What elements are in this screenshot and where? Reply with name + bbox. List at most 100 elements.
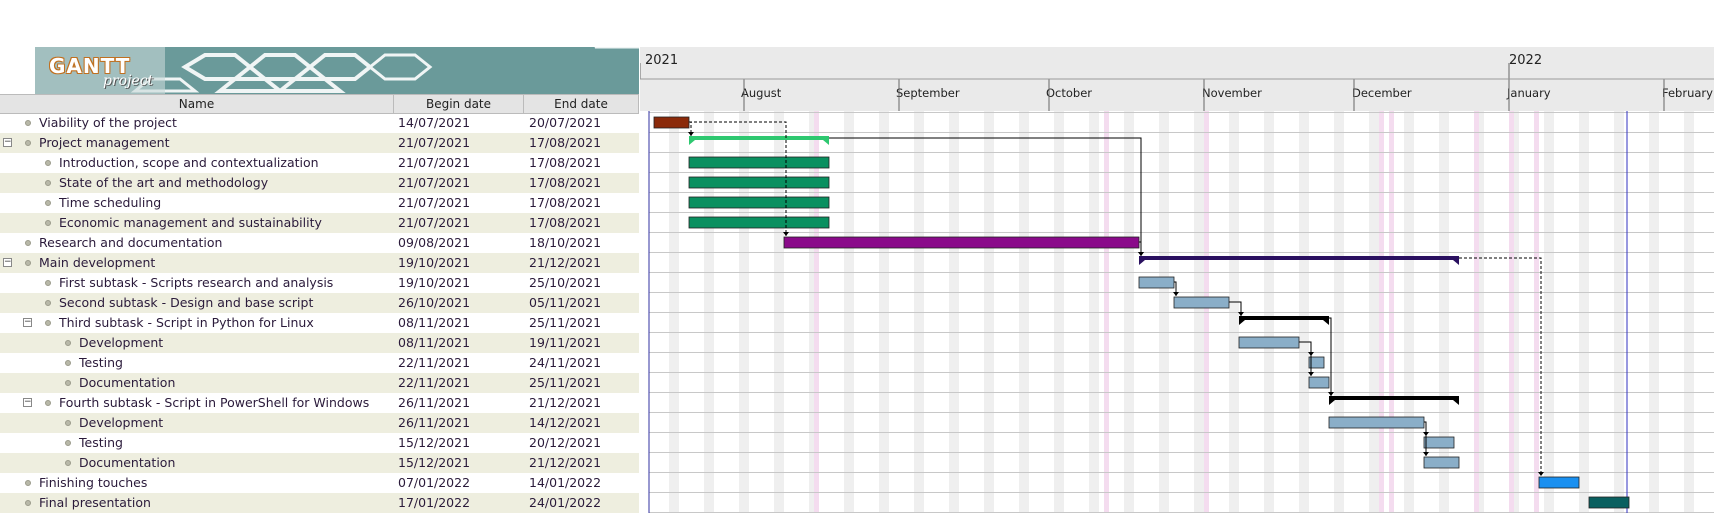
task-row[interactable]: − Project management 21/07/2021 17/08/2021 bbox=[0, 133, 639, 153]
task-begin-date[interactable]: 07/01/2022 bbox=[398, 473, 470, 493]
task-name[interactable]: Economic management and sustainability bbox=[59, 213, 322, 233]
task-row[interactable]: Viability of the project 14/07/2021 20/07/… bbox=[0, 113, 639, 133]
task-end-date[interactable]: 25/11/2021 bbox=[529, 313, 601, 333]
task-end-date[interactable]: 21/12/2021 bbox=[529, 253, 601, 273]
summary-bar-cap bbox=[1453, 400, 1459, 405]
task-row[interactable]: − Main development 19/10/2021 21/12/2021 bbox=[0, 253, 639, 273]
task-begin-date[interactable]: 21/07/2021 bbox=[398, 193, 470, 213]
task-name[interactable]: First subtask - Scripts research and ana… bbox=[59, 273, 333, 293]
task-bar bbox=[1173, 296, 1230, 309]
task-begin-date[interactable]: 22/11/2021 bbox=[398, 373, 470, 393]
task-end-date[interactable]: 17/08/2021 bbox=[529, 193, 601, 213]
task-end-date[interactable]: 20/07/2021 bbox=[529, 113, 601, 133]
task-begin-date[interactable]: 21/07/2021 bbox=[398, 213, 470, 233]
task-begin-date[interactable]: 19/10/2021 bbox=[398, 273, 470, 293]
task-name[interactable]: Finishing touches bbox=[39, 473, 147, 493]
task-row[interactable]: Second subtask - Design and base script 2… bbox=[0, 293, 639, 313]
task-end-date[interactable]: 14/12/2021 bbox=[529, 413, 601, 433]
task-name[interactable]: Testing bbox=[79, 433, 123, 453]
task-begin-date[interactable]: 08/11/2021 bbox=[398, 333, 470, 353]
collapse-toggle-icon[interactable]: − bbox=[23, 318, 32, 327]
task-row[interactable]: Development 26/11/2021 14/12/2021 bbox=[0, 413, 639, 433]
summary-bar-cap bbox=[1139, 260, 1145, 265]
task-name[interactable]: Fourth subtask - Script in PowerShell fo… bbox=[59, 393, 369, 413]
task-end-date[interactable]: 17/08/2021 bbox=[529, 153, 601, 173]
column-header-name[interactable]: Name bbox=[0, 95, 394, 113]
task-name[interactable]: Main development bbox=[39, 253, 155, 273]
task-name[interactable]: Development bbox=[79, 333, 163, 353]
task-end-date[interactable]: 25/10/2021 bbox=[529, 273, 601, 293]
collapse-toggle-icon[interactable]: − bbox=[23, 398, 32, 407]
task-begin-date[interactable]: 22/11/2021 bbox=[398, 353, 470, 373]
task-end-date[interactable]: 19/11/2021 bbox=[529, 333, 601, 353]
task-begin-date[interactable]: 21/07/2021 bbox=[398, 133, 470, 153]
task-row[interactable]: Research and documentation 09/08/2021 18/1… bbox=[0, 233, 639, 253]
task-row[interactable]: − Third subtask - Script in Python for Li… bbox=[0, 313, 639, 333]
summary-bar-cap bbox=[689, 140, 695, 145]
task-begin-date[interactable]: 21/07/2021 bbox=[398, 173, 470, 193]
task-begin-date[interactable]: 17/01/2022 bbox=[398, 493, 470, 513]
task-name[interactable]: State of the art and methodology bbox=[59, 173, 268, 193]
task-begin-date[interactable]: 15/12/2021 bbox=[398, 433, 470, 453]
task-end-date[interactable]: 24/01/2022 bbox=[529, 493, 601, 513]
task-bar bbox=[688, 156, 830, 169]
task-name[interactable]: Documentation bbox=[79, 453, 175, 473]
collapse-toggle-icon[interactable]: − bbox=[3, 258, 12, 267]
task-row[interactable]: Documentation 22/11/2021 25/11/2021 bbox=[0, 373, 639, 393]
task-name[interactable]: Final presentation bbox=[39, 493, 151, 513]
task-name[interactable]: Time scheduling bbox=[59, 193, 161, 213]
task-begin-date[interactable]: 21/07/2021 bbox=[398, 153, 470, 173]
task-begin-date[interactable]: 15/12/2021 bbox=[398, 453, 470, 473]
task-name[interactable]: Viability of the project bbox=[39, 113, 177, 133]
task-name[interactable]: Testing bbox=[79, 353, 123, 373]
task-name[interactable]: Documentation bbox=[79, 373, 175, 393]
task-bullet-icon bbox=[25, 260, 31, 266]
task-row[interactable]: Final presentation 17/01/2022 24/01/2022 bbox=[0, 493, 639, 513]
task-row[interactable]: First subtask - Scripts research and ana… bbox=[0, 273, 639, 293]
task-end-date[interactable]: 17/08/2021 bbox=[529, 213, 601, 233]
column-header-begin-date[interactable]: Begin date bbox=[394, 95, 524, 113]
task-name[interactable]: Development bbox=[79, 413, 163, 433]
task-row[interactable]: Development 08/11/2021 19/11/2021 bbox=[0, 333, 639, 353]
task-begin-date[interactable]: 26/11/2021 bbox=[398, 413, 470, 433]
task-end-date[interactable]: 21/12/2021 bbox=[529, 393, 601, 413]
task-row[interactable]: − Fourth subtask - Script in PowerShell f… bbox=[0, 393, 639, 413]
task-bar bbox=[653, 116, 690, 129]
task-bullet-icon bbox=[45, 200, 51, 206]
task-name[interactable]: Research and documentation bbox=[39, 233, 222, 253]
dependency-arrow bbox=[1459, 257, 1542, 476]
task-row[interactable]: Economic management and sustainability 21… bbox=[0, 213, 639, 233]
task-row[interactable]: Documentation 15/12/2021 21/12/2021 bbox=[0, 453, 639, 473]
task-end-date[interactable]: 17/08/2021 bbox=[529, 133, 601, 153]
task-name[interactable]: Second subtask - Design and base script bbox=[59, 293, 313, 313]
task-row[interactable]: Time scheduling 21/07/2021 17/08/2021 bbox=[0, 193, 639, 213]
task-row[interactable]: Testing 22/11/2021 24/11/2021 bbox=[0, 353, 639, 373]
task-end-date[interactable]: 18/10/2021 bbox=[529, 233, 601, 253]
task-row[interactable]: State of the art and methodology 21/07/20… bbox=[0, 173, 639, 193]
task-bullet-icon bbox=[25, 140, 31, 146]
task-begin-date[interactable]: 26/11/2021 bbox=[398, 393, 470, 413]
collapse-toggle-icon[interactable]: − bbox=[3, 138, 12, 147]
column-header-end-date[interactable]: End date bbox=[524, 95, 639, 113]
task-end-date[interactable]: 05/11/2021 bbox=[529, 293, 601, 313]
task-bullet-icon bbox=[45, 320, 51, 326]
task-begin-date[interactable]: 14/07/2021 bbox=[398, 113, 470, 133]
task-end-date[interactable]: 17/08/2021 bbox=[529, 173, 601, 193]
task-end-date[interactable]: 21/12/2021 bbox=[529, 453, 601, 473]
task-end-date[interactable]: 14/01/2022 bbox=[529, 473, 601, 493]
task-name[interactable]: Introduction, scope and contextualizatio… bbox=[59, 153, 319, 173]
task-begin-date[interactable]: 09/08/2021 bbox=[398, 233, 470, 253]
task-end-date[interactable]: 20/12/2021 bbox=[529, 433, 601, 453]
task-row[interactable]: Testing 15/12/2021 20/12/2021 bbox=[0, 433, 639, 453]
task-begin-date[interactable]: 08/11/2021 bbox=[398, 313, 470, 333]
task-row[interactable]: Finishing touches 07/01/2022 14/01/2022 bbox=[0, 473, 639, 493]
task-row[interactable]: Introduction, scope and contextualizatio… bbox=[0, 153, 639, 173]
task-begin-date[interactable]: 26/10/2021 bbox=[398, 293, 470, 313]
task-name[interactable]: Project management bbox=[39, 133, 169, 153]
task-bullet-icon bbox=[25, 500, 31, 506]
task-bullet-icon bbox=[65, 340, 71, 346]
task-begin-date[interactable]: 19/10/2021 bbox=[398, 253, 470, 273]
task-name[interactable]: Third subtask - Script in Python for Lin… bbox=[59, 313, 314, 333]
task-end-date[interactable]: 24/11/2021 bbox=[529, 353, 601, 373]
task-end-date[interactable]: 25/11/2021 bbox=[529, 373, 601, 393]
